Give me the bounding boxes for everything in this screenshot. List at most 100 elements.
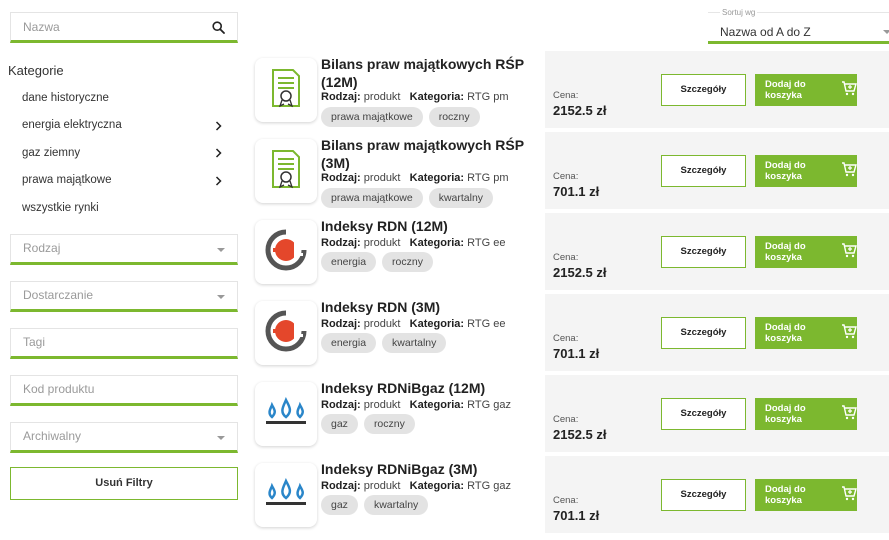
tag-chip[interactable]: roczny <box>428 107 480 127</box>
add-to-cart-label: Dodaj do koszyka <box>765 159 806 182</box>
category-item-energia-elektryczna[interactable]: energia elektryczna <box>10 112 238 140</box>
add-to-cart-button[interactable]: Dodaj do koszyka <box>755 478 857 511</box>
archived-select[interactable]: Archiwalny <box>10 421 238 453</box>
category-label: Kategoria: <box>409 91 465 103</box>
product-tags: gaz kwartalny <box>321 495 429 515</box>
sort-value: Nazwa od A do Z <box>720 25 811 39</box>
product-tags: energia roczny <box>321 252 433 272</box>
filters-sidebar: Nazwa Kategorie dane historyczne energia… <box>8 12 238 500</box>
price-label: Cena: <box>553 414 579 425</box>
product-category: RTG ee <box>467 237 506 249</box>
product-thumbnail[interactable] <box>255 382 317 446</box>
type-select-label: Rodzaj <box>23 241 61 255</box>
tag-chip[interactable]: energia <box>321 252 377 272</box>
cart-icon <box>841 404 857 423</box>
details-button[interactable]: Szczegóły <box>661 478 746 511</box>
product-meta: Rodzaj: produkt Kategoria: RTG gaz <box>321 399 511 411</box>
type-select[interactable]: Rodzaj <box>10 233 238 265</box>
details-button[interactable]: Szczegóły <box>661 73 746 106</box>
tag-chip[interactable]: roczny <box>382 252 433 272</box>
product-price: 2152.5 zł <box>553 427 607 442</box>
add-to-cart-button[interactable]: Dodaj do koszyka <box>755 73 857 106</box>
product-name[interactable]: Indeksy RDN (3M) <box>321 298 547 316</box>
add-to-cart-button[interactable]: Dodaj do koszyka <box>755 316 857 349</box>
product-category: RTG ee <box>467 318 506 330</box>
chevron-right-icon[interactable] <box>215 175 222 189</box>
tag-chip[interactable]: gaz <box>321 414 358 434</box>
category-item-gaz-ziemny[interactable]: gaz ziemny <box>10 139 238 167</box>
product-name[interactable]: Indeksy RDNiBgaz (12M) <box>321 379 547 397</box>
tag-chip[interactable]: kwartalny <box>382 333 447 353</box>
product-name[interactable]: Bilans praw majątkowych RŚP (12M) <box>321 55 547 91</box>
caret-down-icon <box>883 30 889 34</box>
category-label: Kategoria: <box>409 237 465 249</box>
category-item-dane-historyczne[interactable]: dane historyczne <box>10 84 238 112</box>
type-label: Rodzaj: <box>321 91 361 103</box>
product-price: 701.1 zł <box>553 184 600 199</box>
search-placeholder: Nazwa <box>23 19 60 34</box>
cart-icon <box>841 485 857 504</box>
tag-chip[interactable]: kwartalny <box>363 495 429 515</box>
product-name[interactable]: Bilans praw majątkowych RŚP (3M) <box>321 136 547 172</box>
category-label: Kategoria: <box>409 480 465 492</box>
add-to-cart-label: Dodaj do koszyka <box>765 402 806 425</box>
add-to-cart-button[interactable]: Dodaj do koszyka <box>755 154 857 187</box>
certificate-icon <box>271 149 301 194</box>
add-to-cart-label: Dodaj do koszyka <box>765 321 806 344</box>
gas-flame-icon <box>264 477 308 513</box>
category-label: Kategoria: <box>409 172 465 184</box>
plug-icon <box>264 228 308 277</box>
tag-chip[interactable]: kwartalny <box>428 188 494 208</box>
details-button[interactable]: Szczegóły <box>661 235 746 268</box>
product-code-input[interactable]: Kod produktu <box>10 374 238 406</box>
category-label: Kategoria: <box>409 318 465 330</box>
chevron-right-icon[interactable] <box>215 120 222 134</box>
tag-chip[interactable]: roczny <box>363 414 415 434</box>
product-thumbnail[interactable] <box>255 58 317 122</box>
search-input[interactable]: Nazwa <box>10 12 238 43</box>
product-meta: Rodzaj: produkt Kategoria: RTG pm <box>321 91 509 103</box>
type-label: Rodzaj: <box>321 237 361 249</box>
chevron-right-icon[interactable] <box>215 148 222 161</box>
delivery-select-label: Dostarczanie <box>23 288 94 302</box>
add-to-cart-button[interactable]: Dodaj do koszyka <box>755 397 857 430</box>
product-tags: prawa majątkowe kwartalny <box>321 188 494 208</box>
add-to-cart-button[interactable]: Dodaj do koszyka <box>755 235 857 268</box>
product-name[interactable]: Indeksy RDNiBgaz (3M) <box>321 460 547 478</box>
product-thumbnail[interactable] <box>255 301 317 365</box>
type-label: Rodzaj: <box>321 318 361 330</box>
category-label: gaz ziemny <box>22 146 81 159</box>
plug-icon <box>264 309 308 358</box>
search-icon[interactable] <box>212 21 225 39</box>
gas-flame-icon <box>264 396 308 432</box>
price-label: Cena: <box>553 90 579 101</box>
category-label: wszystkie rynki <box>22 201 99 214</box>
details-button[interactable]: Szczegóły <box>661 397 746 430</box>
product-thumbnail[interactable] <box>255 463 317 527</box>
tags-input-placeholder: Tagi <box>23 335 46 349</box>
cart-icon <box>841 161 857 180</box>
tag-chip[interactable]: energia <box>321 333 377 353</box>
product-name[interactable]: Indeksy RDN (12M) <box>321 217 547 235</box>
tags-input[interactable]: Tagi <box>10 327 238 359</box>
price-label: Cena: <box>553 171 579 182</box>
sort-select[interactable]: Sortuj wg Nazwa od A do Z <box>708 8 889 44</box>
delivery-select[interactable]: Dostarczanie <box>10 280 238 312</box>
category-item-prawa-majatkowe[interactable]: prawa majątkowe <box>10 167 238 195</box>
cart-icon <box>841 323 857 342</box>
sort-label: Sortuj wg <box>720 8 758 17</box>
product-category: RTG gaz <box>467 399 511 411</box>
clear-filters-button[interactable]: Usuń Filtry <box>10 466 238 500</box>
caret-down-icon <box>217 435 225 440</box>
tag-chip[interactable]: gaz <box>321 495 358 515</box>
product-category: RTG pm <box>467 91 509 103</box>
category-item-wszystkie-rynki[interactable]: wszystkie rynki <box>10 194 238 222</box>
details-button[interactable]: Szczegóły <box>661 154 746 187</box>
details-button[interactable]: Szczegóły <box>661 316 746 349</box>
product-thumbnail[interactable] <box>255 220 317 284</box>
tag-chip[interactable]: prawa majątkowe <box>321 188 423 208</box>
certificate-icon <box>271 68 301 113</box>
tag-chip[interactable]: prawa majątkowe <box>321 107 423 127</box>
price-label: Cena: <box>553 252 579 263</box>
product-thumbnail[interactable] <box>255 139 317 203</box>
